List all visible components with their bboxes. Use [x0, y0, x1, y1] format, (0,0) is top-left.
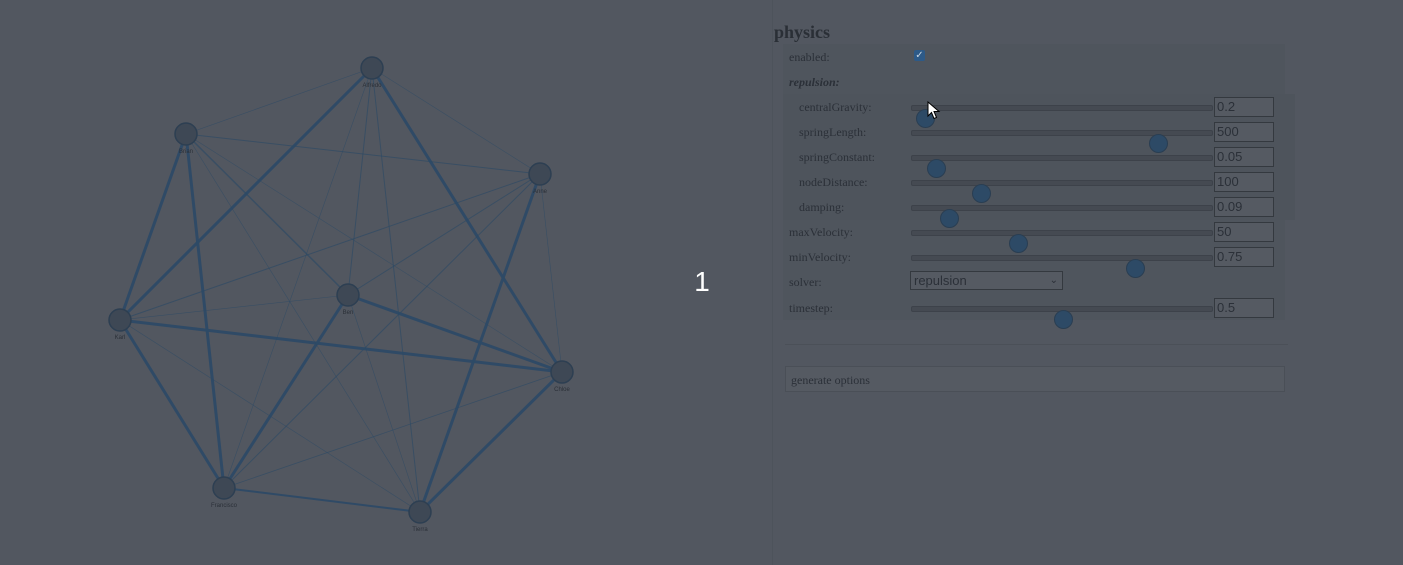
slider-row: nodeDistance: 100 [774, 170, 1274, 203]
graph-node[interactable] [108, 308, 132, 332]
graph-node[interactable] [212, 476, 236, 500]
graph-node[interactable] [174, 122, 198, 146]
timestep-label: timestep: [789, 301, 833, 315]
graph-node[interactable] [360, 56, 384, 80]
slider-label: damping: [799, 200, 845, 214]
timestep-slider-thumb[interactable] [1054, 310, 1073, 329]
solver-select-value: repulsion [914, 273, 967, 288]
slider-value-input[interactable]: 50 [1214, 222, 1274, 242]
chevron-down-icon: ⌄ [1049, 275, 1058, 286]
graph-edge[interactable] [223, 371, 563, 489]
slider-row: damping: 0.09 [774, 195, 1274, 228]
graph-edge[interactable] [119, 318, 563, 374]
slider-label: nodeDistance: [799, 175, 868, 189]
slider-row: springConstant: 0.05 [774, 145, 1274, 178]
slider-track[interactable] [911, 230, 1213, 253]
graph-node-label: Chloe [554, 387, 570, 393]
slider-label: minVelocity: [789, 250, 851, 264]
graph-node-label: Karl [115, 335, 126, 341]
graph-node-label: Brian [179, 149, 193, 155]
graph-edge[interactable] [119, 294, 349, 321]
mouse-cursor-icon [927, 101, 941, 120]
slider-value-input[interactable]: 500 [1214, 122, 1274, 142]
graph-node[interactable] [550, 360, 574, 384]
slider-track[interactable] [911, 130, 1213, 153]
slider-track[interactable] [911, 205, 1213, 228]
panel-title: physics [774, 22, 831, 42]
slider-track[interactable] [911, 180, 1213, 203]
timestep-value-input[interactable]: 0.5 [1214, 298, 1274, 318]
slider-label: maxVelocity: [789, 225, 853, 239]
slider-value-input[interactable]: 0.75 [1214, 247, 1274, 267]
enabled-label: enabled: [789, 50, 830, 64]
repulsion-row: repulsion: [774, 70, 1274, 95]
solver-select[interactable]: repulsion ⌄ [910, 271, 1063, 290]
slider-track[interactable] [911, 255, 1213, 278]
slider-row: springLength: 500 [774, 120, 1274, 153]
overlay-number: 1 [694, 266, 710, 297]
slider-value-input[interactable]: 0.09 [1214, 197, 1274, 217]
solver-label: solver: [789, 275, 822, 289]
slider-label: centralGravity: [799, 100, 872, 114]
graph-edge[interactable] [118, 133, 188, 321]
graph-node[interactable] [528, 162, 552, 186]
slider-label: springLength: [799, 125, 867, 139]
graph-edge[interactable] [222, 294, 350, 489]
repulsion-label: repulsion: [789, 75, 840, 89]
slider-value-input[interactable]: 0.2 [1214, 97, 1274, 117]
graph-node[interactable] [408, 500, 432, 524]
graph-node-label: Alfredo [362, 83, 382, 89]
timestep-row: timestep: 0.5 [774, 296, 1274, 329]
configurator-panel: physics enabled: ✓ repulsion: centralGra… [773, 0, 1403, 565]
slider-track[interactable] [911, 155, 1213, 178]
graph-edge[interactable] [418, 370, 564, 514]
graph-node-label: Francisco [211, 503, 238, 509]
enabled-row: enabled: ✓ [774, 45, 1274, 70]
network-graph-canvas[interactable]: Alfredo Brian Anne Karl Ben Chloe Francisco Tie… [0, 0, 772, 565]
timestep-slider-track[interactable] [911, 306, 1213, 329]
graph-edge[interactable] [185, 133, 349, 296]
slider-row: centralGravity: 0.2 [774, 95, 1274, 128]
graph-node-label: Tierra [412, 527, 428, 533]
graph-edge[interactable] [119, 173, 541, 321]
graph-edge[interactable] [347, 173, 541, 296]
graph-edge[interactable] [185, 67, 373, 135]
graph-node-label: Ben [343, 310, 354, 316]
graph-edge[interactable] [347, 294, 421, 513]
solver-row: solver: repulsion ⌄ [774, 270, 1274, 295]
graph-edge[interactable] [223, 487, 421, 513]
slider-label: springConstant: [799, 150, 876, 164]
graph-node[interactable] [336, 283, 360, 307]
slider-row: maxVelocity: 50 [774, 220, 1274, 253]
slider-value-input[interactable]: 100 [1214, 172, 1274, 192]
slider-row: minVelocity: 0.75 [774, 245, 1274, 278]
graph-node-label: Anne [533, 189, 548, 195]
slider-track[interactable] [911, 105, 1213, 128]
enabled-checkbox[interactable]: ✓ [914, 50, 925, 61]
generate-options-button[interactable]: generate options [785, 366, 1285, 392]
separator [785, 344, 1288, 345]
slider-value-input[interactable]: 0.05 [1214, 147, 1274, 167]
network-graph[interactable]: Alfredo Brian Anne Karl Ben Chloe Francisco Tie… [0, 0, 772, 565]
